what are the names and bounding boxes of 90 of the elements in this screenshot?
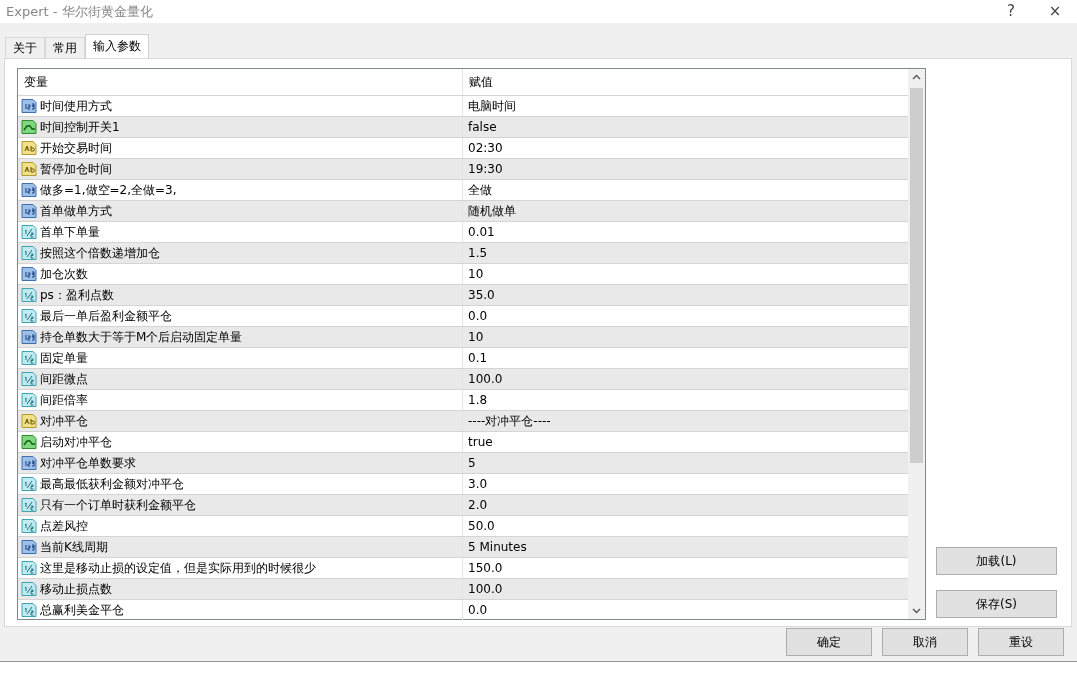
parameter-value[interactable]: 0.0 — [463, 305, 908, 326]
parameter-value[interactable]: 150.0 — [463, 557, 908, 578]
parameter-value[interactable]: 35.0 — [463, 284, 908, 305]
parameter-name: 固定单量 — [40, 349, 88, 367]
parameter-value[interactable]: 10 — [463, 263, 908, 284]
parameter-name: 持仓单数大于等于M个后启动固定单量 — [40, 328, 243, 346]
parameter-value[interactable]: 随机做单 — [463, 200, 908, 221]
parameter-value[interactable]: true — [463, 431, 908, 452]
parameter-value[interactable]: 100.0 — [463, 368, 908, 389]
parameter-value[interactable]: 3.0 — [463, 473, 908, 494]
number-icon — [21, 265, 37, 282]
parameter-value[interactable]: 0.01 — [463, 221, 908, 242]
tab[interactable]: 常用 — [45, 36, 85, 58]
fraction-icon — [21, 601, 37, 618]
number-icon — [21, 181, 37, 198]
parameter-name: 首单做单方式 — [40, 202, 112, 220]
fraction-icon — [21, 517, 37, 534]
parameter-value[interactable]: 全做 — [463, 179, 908, 200]
close-button[interactable]: × — [1033, 0, 1077, 23]
parameter-name: 这里是移动止损的设定值，但是实际用到的时候很少 — [40, 559, 316, 577]
text-icon — [21, 139, 37, 156]
parameter-name: 开始交易时间 — [40, 139, 112, 157]
tab[interactable]: 关于 — [5, 36, 45, 58]
dialog-button[interactable]: 加载(L) — [936, 546, 1057, 575]
parameter-name: 点差风控 — [40, 517, 88, 535]
parameter-value[interactable]: 10 — [463, 326, 908, 347]
parameter-value[interactable]: false — [463, 116, 908, 137]
number-icon — [21, 328, 37, 345]
parameter-name: 时间控制开关1 — [40, 118, 120, 136]
parameter-name: 对冲平仓单数要求 — [40, 454, 136, 472]
parameter-name: 间距倍率 — [40, 391, 88, 409]
fraction-icon — [21, 349, 37, 366]
help-button[interactable]: ? — [989, 0, 1033, 23]
toggle-icon — [21, 433, 37, 450]
parameter-value[interactable]: 0.0 — [463, 599, 908, 620]
parameter-name: 启动对冲平仓 — [40, 433, 112, 451]
column-header[interactable]: 变量 — [18, 68, 463, 95]
number-icon — [21, 538, 37, 555]
parameter-value[interactable]: 1.5 — [463, 242, 908, 263]
column-header[interactable]: 赋值 — [463, 68, 908, 95]
parameter-value[interactable]: 5 Minutes — [463, 536, 908, 557]
scrollbar[interactable] — [908, 68, 925, 619]
parameter-name: 最高最低获利金额对冲平仓 — [40, 475, 184, 493]
parameter-value[interactable]: 50.0 — [463, 515, 908, 536]
parameter-value[interactable]: 100.0 — [463, 578, 908, 599]
parameter-value[interactable]: 电脑时间 — [463, 95, 908, 116]
parameter-name: ps：盈利点数 — [40, 286, 114, 304]
number-icon — [21, 202, 37, 219]
fraction-icon — [21, 580, 37, 597]
parameter-name: 对冲平仓 — [40, 412, 88, 430]
parameter-name: 总赢利美金平仓 — [40, 601, 124, 619]
parameter-value[interactable]: 2.0 — [463, 494, 908, 515]
dialog-button[interactable]: 保存(S) — [936, 589, 1057, 618]
fraction-icon — [21, 391, 37, 408]
tab[interactable]: 输入参数 — [85, 33, 149, 58]
fraction-icon — [21, 370, 37, 387]
toggle-icon — [21, 118, 37, 135]
parameter-name: 间距微点 — [40, 370, 88, 388]
parameter-value[interactable]: ----对冲平仓---- — [463, 410, 908, 431]
parameter-value[interactable]: 0.1 — [463, 347, 908, 368]
text-icon — [21, 412, 37, 429]
parameter-value[interactable]: 1.8 — [463, 389, 908, 410]
parameter-name: 时间使用方式 — [40, 97, 112, 115]
fraction-icon — [21, 223, 37, 240]
parameter-value[interactable]: 02:30 — [463, 137, 908, 158]
parameter-value[interactable]: 19:30 — [463, 158, 908, 179]
fraction-icon — [21, 475, 37, 492]
scrollbar-thumb[interactable] — [910, 87, 923, 463]
fraction-icon — [21, 559, 37, 576]
number-icon — [21, 454, 37, 471]
parameter-name: 只有一个订单时获利金额平仓 — [40, 496, 196, 514]
dialog-button[interactable]: 取消 — [882, 627, 968, 656]
parameter-value[interactable]: 5 — [463, 452, 908, 473]
number-icon — [21, 97, 37, 114]
parameter-name: 按照这个倍数递增加仓 — [40, 244, 160, 262]
dialog-button[interactable]: 确定 — [786, 627, 872, 656]
window-title: Expert - 华尔街黄金量化 — [6, 2, 154, 21]
fraction-icon — [21, 307, 37, 324]
fraction-icon — [21, 244, 37, 261]
parameter-name: 当前K线周期 — [40, 538, 108, 556]
fraction-icon — [21, 496, 37, 513]
parameter-name: 加仓次数 — [40, 265, 88, 283]
dialog-button[interactable]: 重设 — [978, 627, 1064, 656]
fraction-icon — [21, 286, 37, 303]
parameter-name: 首单下单量 — [40, 223, 100, 241]
parameter-name: 做多=1,做空=2,全做=3, — [40, 181, 177, 199]
parameter-name: 移动止损点数 — [40, 580, 112, 598]
text-icon — [21, 160, 37, 177]
parameter-name: 最后一单后盈利金额平仓 — [40, 307, 172, 325]
parameter-name: 暂停加仓时间 — [40, 160, 112, 178]
